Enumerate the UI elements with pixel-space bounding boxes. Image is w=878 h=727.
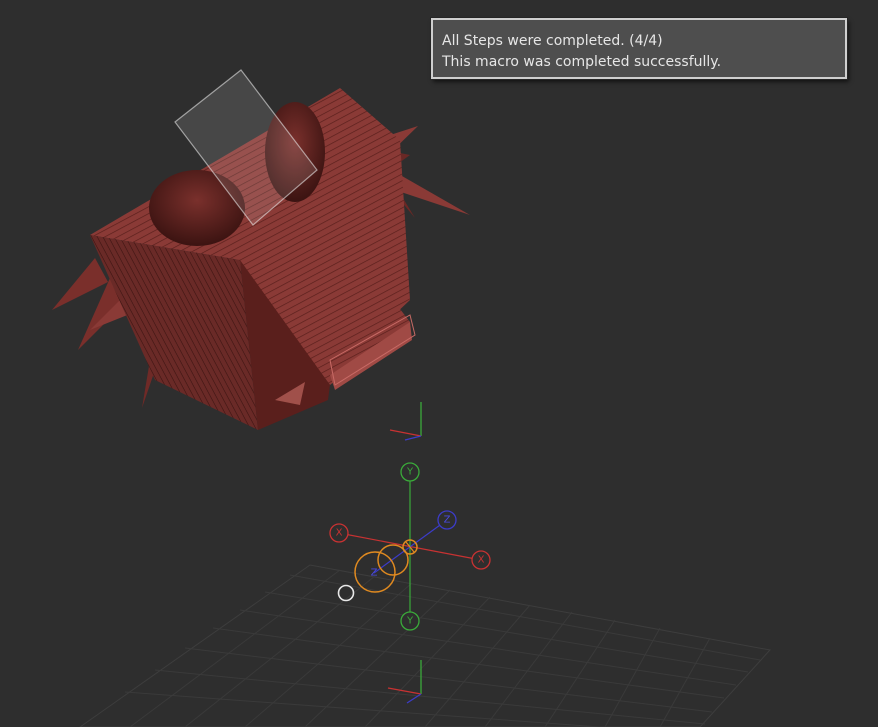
transform-gizmo[interactable]: Y Y X X Z Z xyxy=(329,462,491,631)
notification-line-1: All Steps were completed. (4/4) xyxy=(442,33,663,49)
gizmo-z-back-label: Z xyxy=(444,515,451,526)
notification-line-2: This macro was completed successfully. xyxy=(442,54,722,70)
macro-notification: All Steps were completed. (4/4) This mac… xyxy=(431,18,847,79)
floor-grid xyxy=(79,564,771,727)
gizmo-y-top-label: Y xyxy=(406,467,414,478)
gizmo-x-left-label: X xyxy=(336,528,343,539)
3d-viewport[interactable]: Y Y X X Z Z xyxy=(0,0,878,727)
gizmo-x-right-label: X xyxy=(478,555,485,566)
gizmo-y-bottom-label: Y xyxy=(406,616,414,627)
gizmo-z-front-label: Z xyxy=(371,568,378,579)
gizmo-pivot-handle[interactable] xyxy=(337,584,355,602)
world-axis-triad xyxy=(387,660,422,704)
local-axis-triad xyxy=(389,402,422,441)
